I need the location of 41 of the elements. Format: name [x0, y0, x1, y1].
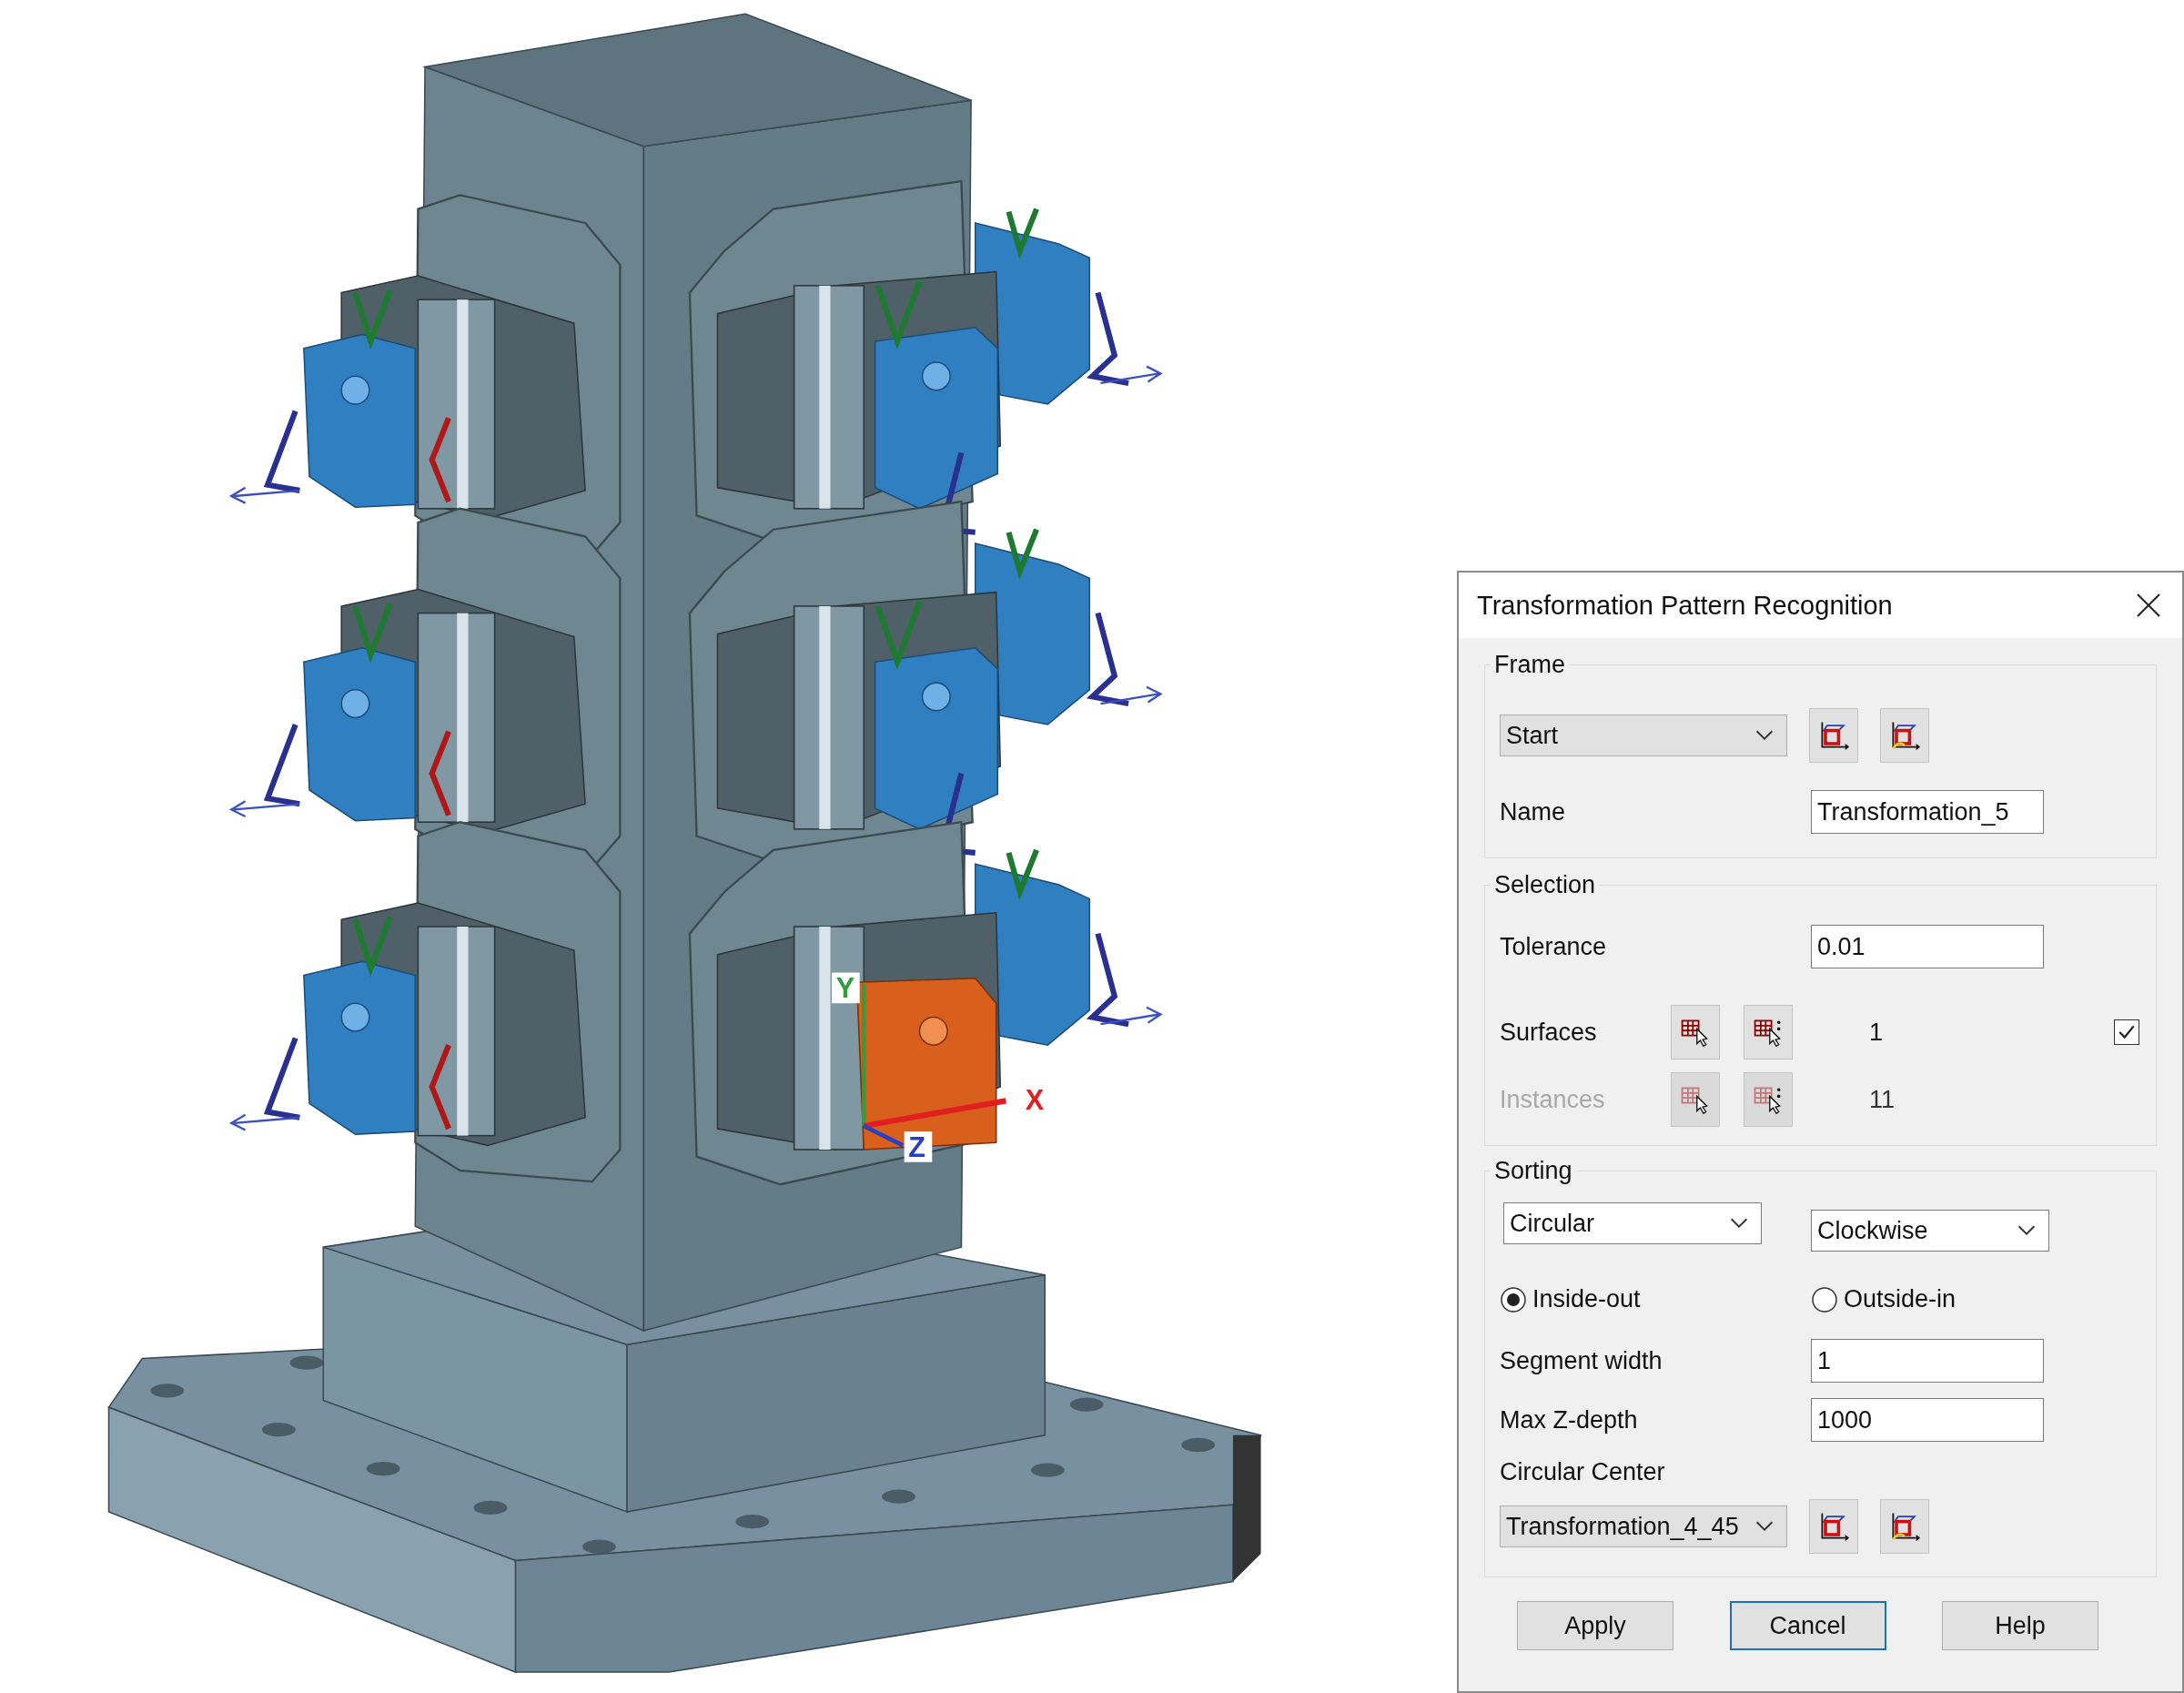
field-label: Circular Center	[1500, 1458, 1665, 1485]
dialog-button[interactable]: Apply	[1517, 1601, 1673, 1650]
direction-dropdown[interactable]: Clockwise	[1811, 1210, 2049, 1252]
chevron-down-icon	[1730, 1218, 1748, 1229]
name-field[interactable]: Transformation_5	[1811, 790, 2044, 834]
frame-create-icon[interactable]	[1880, 1499, 1929, 1554]
row-label: Surfaces	[1500, 1018, 1598, 1047]
frame-pick-icon[interactable]	[1809, 1499, 1858, 1554]
field-label: Max Z-depth	[1500, 1405, 1639, 1434]
axis-label: Z	[908, 1130, 925, 1162]
max-z-depth-field[interactable]: 1000	[1811, 1398, 2044, 1442]
chevron-down-icon	[2017, 1225, 2036, 1236]
row-label: Instances	[1500, 1085, 1606, 1114]
frame-create-icon[interactable]	[1880, 708, 1929, 763]
count-value: 1	[1869, 1018, 1885, 1047]
dialog-button[interactable]: Cancel	[1729, 1601, 1886, 1650]
tolerance-field[interactable]: 0.01	[1811, 925, 2044, 968]
field-label: Tolerance	[1500, 932, 1608, 961]
checkbox[interactable]	[2114, 1019, 2139, 1045]
group-label: Selection	[1493, 871, 1597, 899]
sorting-method-dropdown[interactable]: Circular	[1503, 1202, 1762, 1244]
chevron-down-icon	[1755, 730, 1774, 741]
frame-dropdown[interactable]: Start	[1500, 715, 1787, 756]
group-label: Sorting	[1493, 1157, 1573, 1185]
grid-cursor-icon[interactable]	[1671, 1005, 1720, 1059]
field-label: Segment width	[1500, 1346, 1663, 1375]
dialog-button[interactable]: Help	[1942, 1601, 2098, 1650]
radio-option[interactable]: Inside-out	[1500, 1285, 1811, 1313]
circular-center-dropdown[interactable]: Transformation_4_45	[1500, 1505, 1787, 1547]
dialog-title: Transformation Pattern Recognition	[1477, 590, 1893, 621]
close-icon[interactable]	[2135, 592, 2162, 619]
chevron-down-icon	[1755, 1521, 1774, 1532]
segment-width-field[interactable]: 1	[1811, 1339, 2044, 1383]
frame-pick-icon[interactable]	[1809, 708, 1858, 763]
radio-option[interactable]: Outside-in	[1811, 1285, 2044, 1313]
axis-label: Y	[835, 972, 855, 1004]
count-value: 11	[1869, 1085, 1896, 1114]
axis-label: X	[1025, 1083, 1045, 1115]
group-label: Frame	[1493, 651, 1566, 679]
field-label: Name	[1500, 797, 1567, 826]
grid-cursor-dots-icon[interactable]	[1744, 1005, 1793, 1059]
